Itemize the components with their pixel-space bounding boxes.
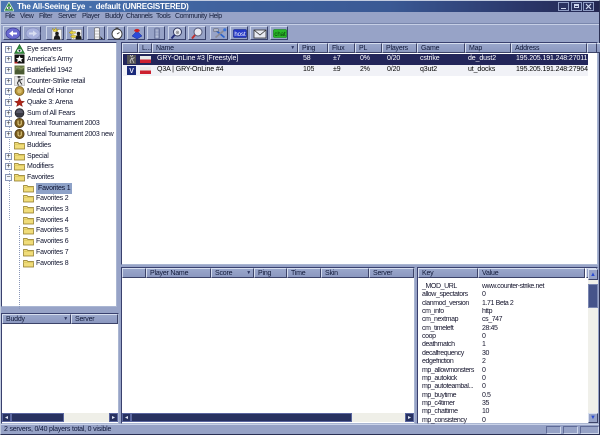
svg-text:⊕: ⊕ [175, 30, 179, 36]
svg-text:U: U [17, 121, 22, 128]
svg-text:chat: chat [274, 32, 286, 38]
svg-text:host: host [234, 32, 246, 38]
svg-text:U: U [17, 132, 22, 139]
svg-text:V: V [129, 68, 134, 75]
